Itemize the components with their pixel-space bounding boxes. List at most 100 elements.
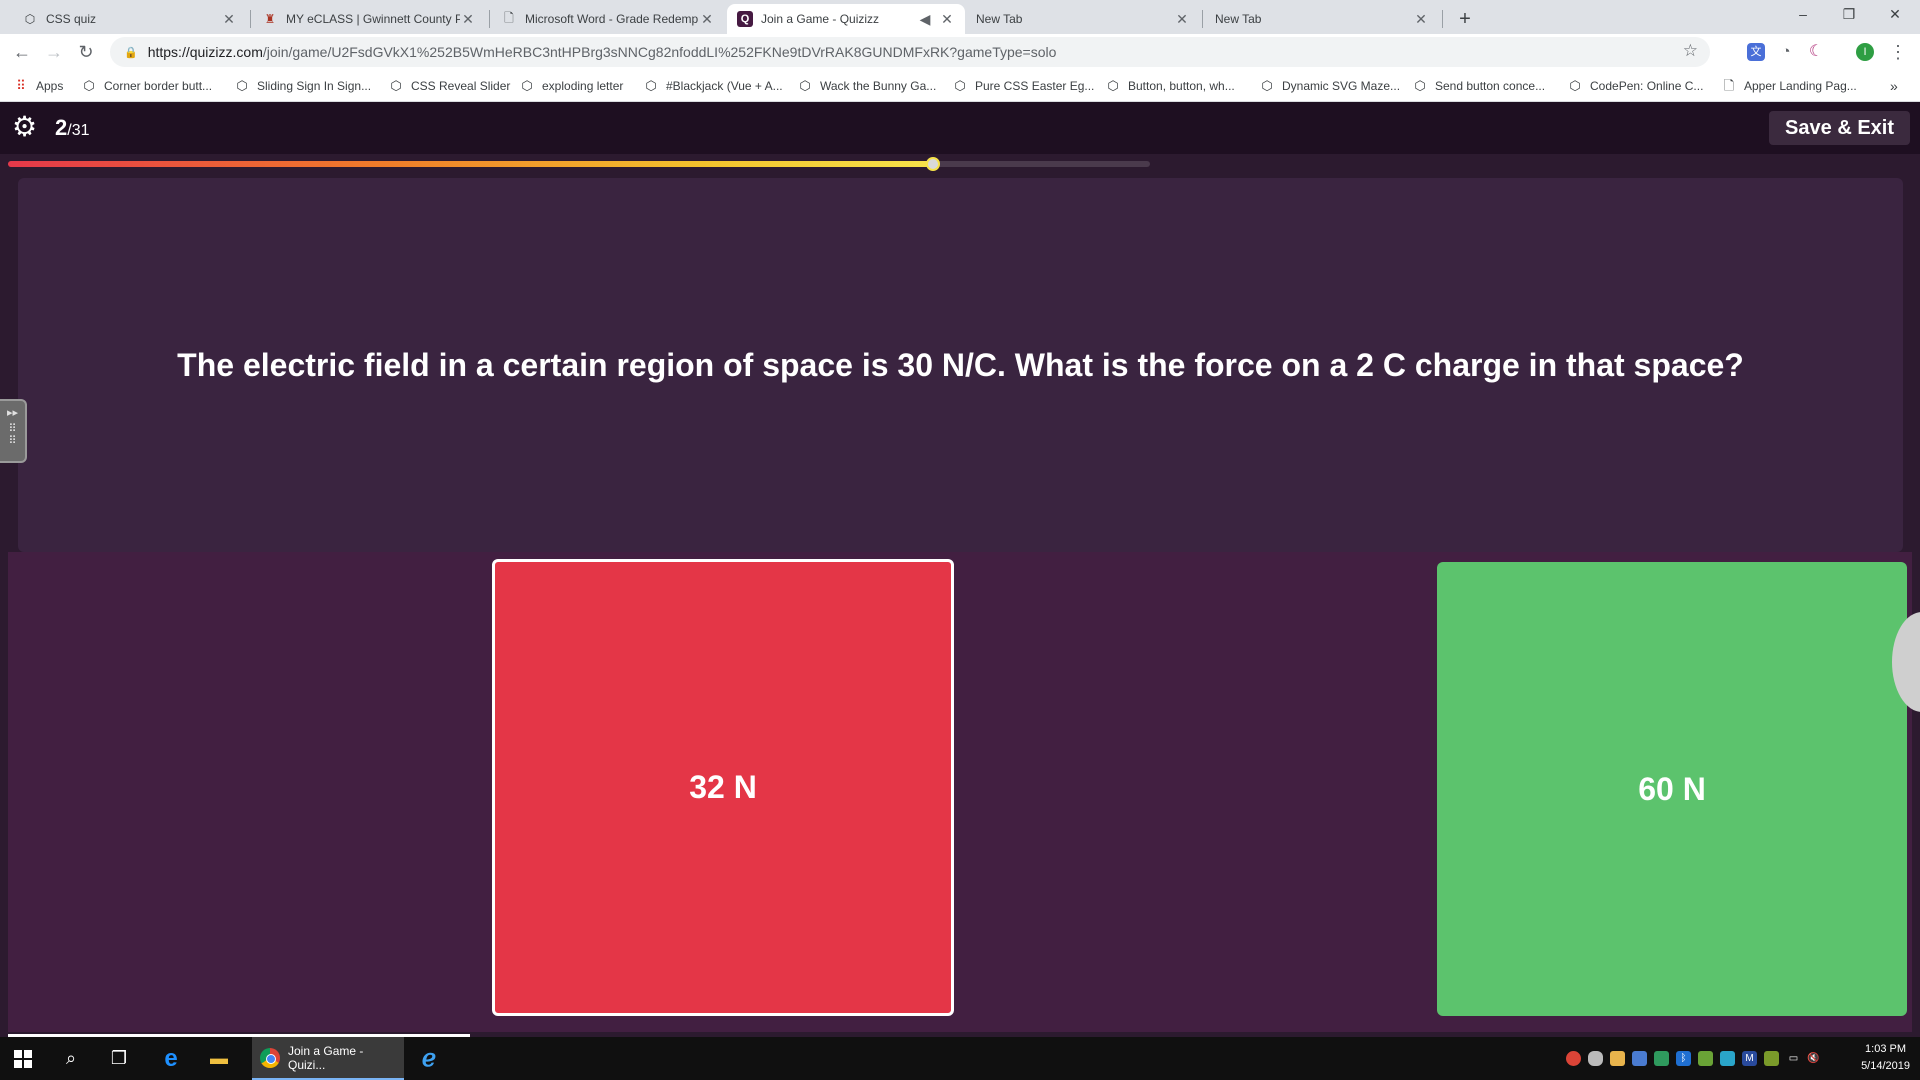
internet-explorer-icon[interactable]: ℯ <box>406 1037 452 1080</box>
codepen-icon: ⬡ <box>1107 78 1119 93</box>
bookmark-item[interactable]: ⬡ Pure CSS Easter Eg... <box>953 77 1094 95</box>
taskbar-app-label: Join a Game - Quizi... <box>288 1043 364 1072</box>
restore-button[interactable]: ❐ <box>1826 0 1872 30</box>
bookmark-item[interactable]: ⬡ Sliding Sign In Sign... <box>235 77 371 95</box>
browser-tab-strip: ⬡ CSS quiz ✕ ♜ MY eCLASS | Gwinnett Coun… <box>0 0 1920 34</box>
menu-kebab-icon[interactable]: ⋮ <box>1886 40 1910 64</box>
windows-taskbar: ⌕ ❐ e ▬ Join a Game - Quizi... ℯ ᛒ M ▭ 🔇… <box>0 1037 1920 1080</box>
bookmark-item[interactable]: ⬡ Send button conce... <box>1413 77 1545 95</box>
chrome-tray-icon[interactable] <box>1566 1051 1581 1066</box>
file-explorer-icon[interactable]: ▬ <box>196 1037 242 1080</box>
bookmarks-bar: ⠿ Apps ⬡ Corner border butt... ⬡ Sliding Si… <box>0 70 1920 102</box>
tab-close-icon[interactable]: ✕ <box>939 11 955 28</box>
bookmark-label: #Blackjack (Vue + A... <box>666 79 783 93</box>
bookmark-label: Button, button, wh... <box>1128 79 1235 93</box>
answer-option-2[interactable]: 60 N <box>1437 562 1907 1016</box>
m-app-icon[interactable]: M <box>1742 1051 1757 1066</box>
bookmark-item[interactable]: ⬡ #Blackjack (Vue + A... <box>644 77 783 95</box>
system-clock[interactable]: 1:03 PM 5/14/2019 <box>1861 1041 1910 1075</box>
tab-close-icon[interactable]: ✕ <box>1174 11 1190 28</box>
tab-close-icon[interactable]: ✕ <box>699 11 715 28</box>
eclass-icon: ♜ <box>264 12 276 26</box>
question-text: The electric field in a certain region o… <box>177 346 1744 383</box>
side-panel-handle[interactable]: ▸▸ ⠿ ⠿ <box>0 399 27 463</box>
notes-icon[interactable] <box>1610 1051 1625 1066</box>
onedrive-icon[interactable] <box>1588 1051 1603 1066</box>
codepen-icon: ⬡ <box>954 78 966 93</box>
tab-title: New Tab <box>1215 12 1262 26</box>
answer-option-1[interactable]: 32 N <box>492 559 954 1016</box>
bookmark-item[interactable]: ⬡ Button, button, wh... <box>1106 77 1235 95</box>
tab-new-1[interactable]: New Tab ✕ <box>966 4 1200 34</box>
address-bar[interactable]: 🔒 https://quizizz.com /join/game/U2FsdGV… <box>110 37 1710 67</box>
tab-eclass[interactable]: ♜ MY eCLASS | Gwinnett County Pu ✕ <box>252 4 486 34</box>
codepen-icon: ⬡ <box>390 78 402 93</box>
bookmark-label: CSS Reveal Slider <box>411 79 511 93</box>
forward-arrow-icon[interactable]: → <box>42 40 66 64</box>
codepen-icon: ⬡ <box>24 12 36 26</box>
tab-css-quiz[interactable]: ⬡ CSS quiz ✕ <box>12 4 247 34</box>
tab-title: CSS quiz <box>46 12 97 26</box>
save-exit-button[interactable]: Save & Exit <box>1769 111 1910 145</box>
defender-icon[interactable] <box>1764 1051 1779 1066</box>
gear-icon[interactable]: ⚙ <box>12 113 40 141</box>
drag-grip-icon: ⠿ ⠿ <box>8 423 17 447</box>
mute-icon[interactable]: ◀ <box>917 11 933 28</box>
volume-muted-icon[interactable]: 🔇 <box>1806 1051 1821 1066</box>
extension-darkmode-icon[interactable]: ☾ <box>1807 43 1825 61</box>
tab-close-icon[interactable]: ✕ <box>460 11 476 28</box>
codepen-icon: ⬡ <box>799 78 811 93</box>
shield-icon[interactable] <box>1654 1051 1669 1066</box>
tab-word-doc[interactable]: 🗋 Microsoft Word - Grade Redemp ✕ <box>491 4 725 34</box>
tab-new-2[interactable]: New Tab ✕ <box>1205 4 1439 34</box>
bookmark-apps[interactable]: ⠿ Apps <box>14 77 63 95</box>
display-icon[interactable] <box>1720 1051 1735 1066</box>
close-window-button[interactable]: ✕ <box>1872 0 1918 30</box>
windows-start-icon[interactable] <box>0 1037 46 1080</box>
tab-separator <box>1442 10 1443 28</box>
security-icon[interactable] <box>1632 1051 1647 1066</box>
task-view-icon[interactable]: ❐ <box>96 1037 142 1080</box>
apps-grid-icon: ⠿ <box>16 78 26 93</box>
bookmark-item[interactable]: ⬡ Corner border butt... <box>82 77 212 95</box>
tab-close-icon[interactable]: ✕ <box>221 11 237 28</box>
timer-progress-bar <box>8 157 1150 171</box>
tab-title: MY eCLASS | Gwinnett County Pu <box>286 12 460 26</box>
codepen-icon: ⬡ <box>1414 78 1426 93</box>
document-icon: 🗋 <box>504 10 514 25</box>
bookmarks-overflow-button[interactable]: » <box>1890 77 1898 95</box>
bookmark-item[interactable]: 🗋 Apper Landing Pag... <box>1722 77 1857 95</box>
tab-title: Join a Game - Quizizz <box>761 12 880 26</box>
answer-option-label: 32 N <box>689 769 757 805</box>
extension-speed-icon[interactable]: ◔ <box>1777 43 1795 61</box>
bookmark-label: exploding letter <box>542 79 624 93</box>
double-chevron-right-icon: ▸▸ <box>6 407 19 419</box>
extension-translate-icon[interactable]: 文 <box>1747 43 1765 61</box>
bookmark-label: Apper Landing Pag... <box>1744 79 1857 93</box>
browser-toolbar: ← → ↻ 🔒 https://quizizz.com /join/game/U… <box>0 34 1920 70</box>
timer-progress-knob <box>926 157 941 171</box>
search-icon[interactable]: ⌕ <box>48 1037 94 1080</box>
current-question-number: 2 <box>55 115 68 140</box>
bookmark-item[interactable]: ⬡ CodePen: Online C... <box>1568 77 1703 95</box>
new-tab-button[interactable]: + <box>1452 6 1478 32</box>
network-icon[interactable]: ▭ <box>1786 1051 1801 1066</box>
bookmark-item[interactable]: ⬡ Dynamic SVG Maze... <box>1260 77 1400 95</box>
bookmark-item[interactable]: ⬡ CSS Reveal Slider <box>389 77 510 95</box>
bookmark-item[interactable]: ⬡ Wack the Bunny Ga... <box>798 77 936 95</box>
edge-browser-icon[interactable]: e <box>148 1037 194 1080</box>
bookmark-star-icon[interactable]: ☆ <box>1683 41 1698 61</box>
minimize-button[interactable]: – <box>1780 0 1826 30</box>
tab-close-icon[interactable]: ✕ <box>1413 11 1429 28</box>
taskbar-chrome-app[interactable]: Join a Game - Quizi... <box>252 1037 404 1080</box>
app-tray-icon[interactable] <box>1698 1051 1713 1066</box>
tab-separator <box>250 10 251 28</box>
bluetooth-icon[interactable]: ᛒ <box>1676 1051 1691 1066</box>
reload-icon[interactable]: ↻ <box>74 40 98 64</box>
tab-quizizz[interactable]: Q Join a Game - Quizizz ◀ ✕ <box>727 4 965 34</box>
back-arrow-icon[interactable]: ← <box>10 40 34 64</box>
tab-title: New Tab <box>976 12 1023 26</box>
bookmark-item[interactable]: ⬡ exploding letter <box>520 77 623 95</box>
bookmark-label: Dynamic SVG Maze... <box>1282 79 1401 93</box>
profile-avatar[interactable]: I <box>1856 43 1874 61</box>
